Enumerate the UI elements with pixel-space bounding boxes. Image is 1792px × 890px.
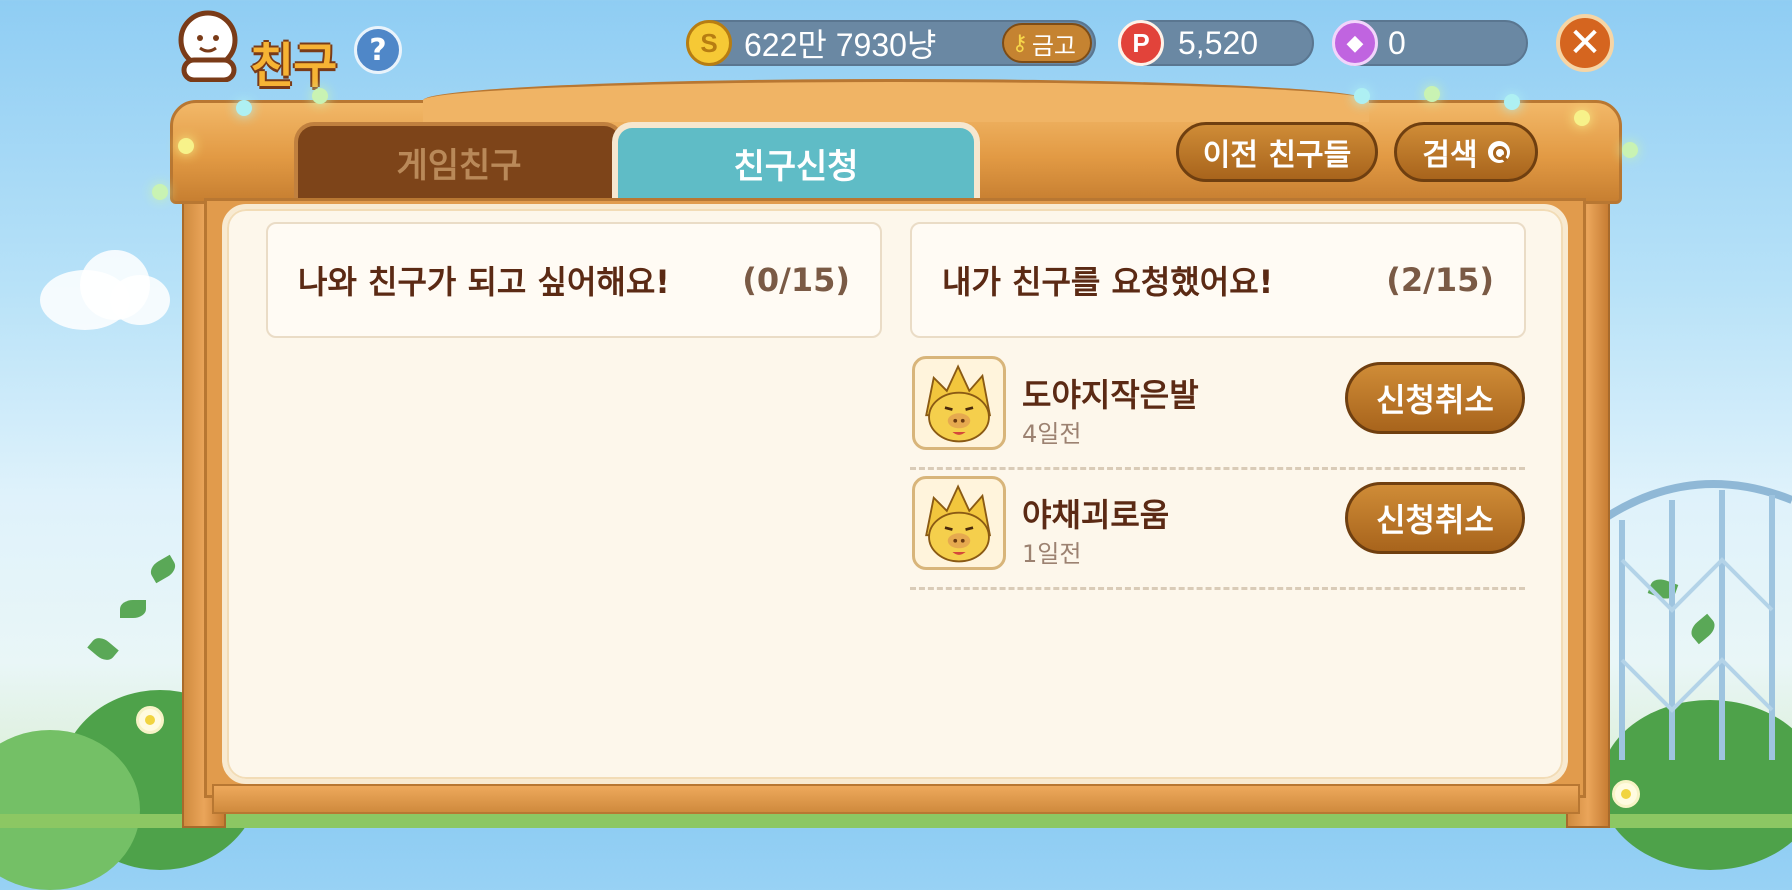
gem-icon: ◆ [1332, 20, 1378, 66]
help-button[interactable]: ? [354, 26, 402, 74]
list-item: 도야지작은발 4일전 신청취소 [910, 350, 1525, 470]
leaf [87, 633, 119, 665]
flower [136, 706, 164, 734]
flower [1612, 780, 1640, 808]
search-button[interactable]: 검색 [1394, 122, 1538, 182]
previous-friends-label: 이전 친구들 [1202, 138, 1352, 173]
friend-name: 도야지작은발 [1022, 376, 1199, 414]
ground [0, 814, 1792, 828]
sent-title: 내가 친구를 요청했어요! [942, 263, 1274, 301]
cancel-request-button[interactable]: 신청취소 [1345, 482, 1525, 554]
light-bulb [178, 138, 194, 154]
search-label: 검색 [1422, 138, 1478, 173]
list-item: 야채괴로움 1일전 신청취소 [910, 470, 1525, 590]
light-bulb [152, 184, 168, 200]
boar-avatar-icon [925, 484, 992, 563]
gold-value: 622만 7930냥 [744, 27, 937, 63]
key-icon: ⚷ [1011, 30, 1028, 56]
leaf [120, 600, 146, 618]
tab-friend-requests[interactable]: 친구신청 [612, 122, 980, 198]
gold-counter: S 622만 7930냥 ⚷ 금고 [686, 20, 1096, 66]
tab-game-friends[interactable]: 게임친구 [294, 122, 624, 198]
friend-request-time: 1일전 [1022, 540, 1082, 568]
received-title: 나와 친구가 되고 싶어해요! [298, 263, 670, 301]
cancel-request-button[interactable]: 신청취소 [1345, 362, 1525, 434]
light-bulb [1622, 142, 1638, 158]
board-bottom-rail [212, 784, 1580, 814]
gem-value: 0 [1388, 24, 1406, 61]
friend-name: 야채괴로움 [1022, 496, 1170, 534]
points-counter: P 5,520 [1118, 20, 1314, 66]
vault-button[interactable]: ⚷ 금고 [1001, 23, 1092, 63]
friend-request-time: 4일전 [1022, 420, 1082, 448]
light-bulb [312, 88, 328, 104]
page-title: 친구 [250, 38, 337, 94]
light-bulb [1354, 88, 1370, 104]
received-requests-header: 나와 친구가 되고 싶어해요! (0/15) [266, 222, 882, 338]
roller-coaster-track [1599, 480, 1792, 760]
avatar [912, 356, 1006, 450]
received-count: (0/15) [742, 261, 850, 299]
cloud [110, 275, 170, 325]
light-bulb [236, 100, 252, 116]
boar-avatar-icon [925, 364, 992, 443]
light-bulb [1424, 86, 1440, 102]
sent-count: (2/15) [1386, 261, 1494, 299]
coin-icon: S [686, 20, 732, 66]
gem-counter: ◆ 0 [1332, 20, 1528, 66]
light-bulb [1574, 110, 1590, 126]
leaf [147, 554, 179, 584]
sent-requests-header: 내가 친구를 요청했어요! (2/15) [910, 222, 1526, 338]
close-button[interactable]: ✕ [1556, 14, 1614, 72]
vault-label: 금고 [1031, 31, 1076, 60]
avatar [912, 476, 1006, 570]
light-bulb [1504, 94, 1520, 110]
points-value: 5,520 [1178, 24, 1259, 61]
p-point-icon: P [1118, 20, 1164, 66]
search-icon [1487, 141, 1510, 163]
previous-friends-button[interactable]: 이전 친구들 [1176, 122, 1378, 182]
friend-mascot-icon [178, 10, 238, 82]
